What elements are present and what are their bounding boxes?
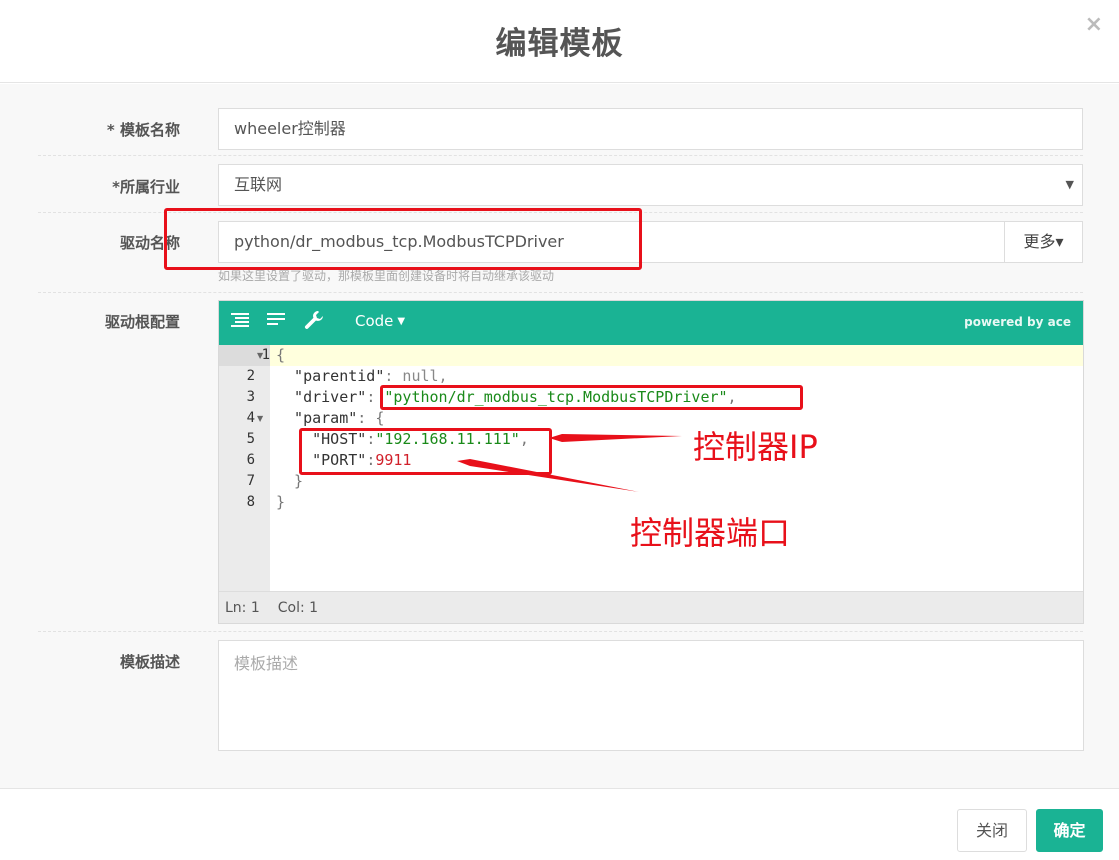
powered-by-ace: powered by ace [964,315,1071,329]
code-line: "driver": "python/dr_modbus_tcp.ModbusTC… [276,388,737,406]
line-number: 8 [246,494,255,510]
annotation-label-host: 控制器IP [693,428,818,466]
caret-down-icon: ▾ [1055,232,1064,251]
json-editor: Code ▼ powered by ace 1 ▼ 2 3 4 ▼ 5 6 7 8… [218,300,1084,624]
line-number: 4 [246,410,255,426]
line-number: 5 [246,431,255,447]
editor-gutter: 1 ▼ 2 3 4 ▼ 5 6 7 8 [219,345,270,591]
modal-body: * 模板名称 wheeler控制器 *所属行业 互联网 ▼ 驱动名称 pytho… [0,84,1119,788]
code-line: "PORT":9911 [276,451,412,469]
modal-footer: 关闭 确定 [0,788,1119,860]
modal-title: 编辑模板 [495,26,624,62]
code-line: { [276,346,286,364]
compact-icon[interactable] [263,309,289,335]
caret-down-icon: ▼ [397,316,406,327]
cursor-col: Col: 1 [277,600,319,616]
format-icon[interactable] [227,309,253,335]
line-number: 7 [246,473,255,489]
confirm-button[interactable]: 确定 [1036,809,1103,852]
driver-input-group: python/dr_modbus_tcp.ModbusTCPDriver 更多▾ [218,221,1083,263]
editor-status-bar: Ln: 1 Col: 1 [219,591,1083,623]
code-line: } [276,493,286,511]
edit-template-modal: 编辑模板 × * 模板名称 wheeler控制器 *所属行业 互联网 ▼ 驱动名… [0,0,1119,860]
modal-header: 编辑模板 × [0,0,1119,83]
annotation-label-port: 控制器端口 [630,514,791,552]
line-number: 2 [246,368,255,384]
active-line-highlight [270,345,1083,366]
fold-arrow-icon[interactable]: ▼ [257,414,263,423]
chevron-down-icon: ▼ [1065,178,1074,191]
more-dropdown-button[interactable]: 更多▾ [1004,222,1082,262]
form-row-industry: *所属行业 互联网 ▼ [38,156,1083,213]
industry-label: *所属行业 [112,178,180,196]
driver-name-input[interactable]: python/dr_modbus_tcp.ModbusTCPDriver [234,232,564,251]
mode-label: Code [355,312,394,330]
form-row-driver: 驱动名称 python/dr_modbus_tcp.ModbusTCPDrive… [38,213,1083,293]
editor-toolbar: Code ▼ powered by ace [219,301,1083,345]
description-textarea[interactable] [218,640,1084,751]
line-number: 3 [246,389,255,405]
close-button[interactable]: 关闭 [957,809,1027,852]
more-label: 更多 [1023,232,1056,251]
mode-dropdown[interactable]: Code ▼ [355,312,405,330]
code-line: "parentid": null, [276,367,448,385]
description-label: 模板描述 [119,653,180,671]
industry-select[interactable]: 互联网 ▼ [218,164,1083,206]
code-line: "param": { [276,409,385,427]
config-label: 驱动根配置 [104,313,180,331]
cursor-line: Ln: 1 [225,600,260,616]
industry-value: 互联网 [234,175,283,194]
line-number: 6 [246,452,255,468]
close-icon[interactable]: × [1085,14,1103,36]
name-label: * 模板名称 [106,121,180,139]
driver-help-text: 如果这里设置了驱动，那模板里面创建设备时将自动继承该驱动 [218,269,555,283]
code-line: "HOST":"192.168.11.111", [276,430,529,448]
driver-label: 驱动名称 [119,234,180,252]
form-row-name: * 模板名称 wheeler控制器 [38,84,1083,156]
wrench-icon[interactable] [301,309,327,335]
template-name-input[interactable]: wheeler控制器 [218,108,1083,150]
fold-arrow-icon[interactable]: ▼ [257,351,263,360]
code-line: } [276,472,304,490]
code-area[interactable]: { "parentid": null, "driver": "python/dr… [270,345,1083,591]
